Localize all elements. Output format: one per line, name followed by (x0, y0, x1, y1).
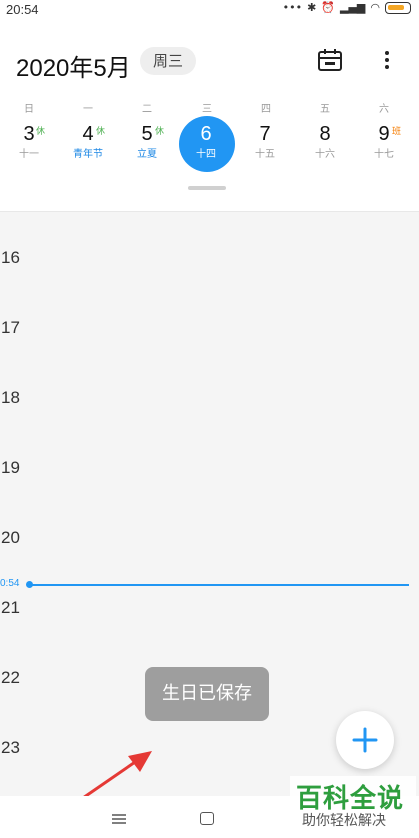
day-cell-selected[interactable]: 6 十四 (177, 116, 235, 176)
day-cell[interactable]: 4 休 青年节 (59, 120, 117, 176)
holiday-badge: 休 (155, 127, 165, 137)
lunar-date: 十一 (19, 149, 39, 160)
day-cell[interactable]: 8 十六 (296, 120, 354, 176)
lunar-date: 十四 (196, 149, 216, 160)
home-icon[interactable] (200, 812, 214, 825)
day-cell[interactable]: 9 班 十七 (355, 120, 413, 176)
drag-handle[interactable] (188, 186, 226, 190)
watermark-subtitle: 助你轻松解决 (302, 813, 386, 829)
hour-label: 20 (1, 528, 20, 547)
holiday-badge: 休 (36, 127, 46, 137)
day-number: 3 (23, 123, 35, 145)
current-time-label: 0:54 (0, 578, 20, 589)
day-number: 5 (141, 123, 153, 145)
more-dots-icon: ••• (282, 1, 303, 14)
day-cell[interactable]: 3 休 十一 (0, 120, 58, 176)
watermark-logo: 百科全说 助你轻松解决 (290, 776, 416, 834)
menu-icon[interactable] (112, 814, 126, 824)
status-bar: 20:54 ••• ✱ ⏰ ▂▄▆ ◠ (0, 0, 419, 20)
day-number: 8 (319, 123, 331, 145)
hour-label: 23 (1, 738, 20, 757)
day-cell[interactable]: 5 休 立夏 (118, 120, 176, 176)
hour-label: 19 (1, 458, 20, 477)
weekday-label: 日 (24, 104, 34, 115)
weekday-label: 六 (379, 104, 389, 115)
lunar-date: 十七 (374, 149, 394, 160)
saved-toast: 生日已保存 (145, 667, 269, 721)
lunar-date: 十六 (315, 149, 335, 160)
day-number: 7 (259, 123, 271, 145)
day-number: 9 (378, 123, 390, 145)
more-menu-icon[interactable] (378, 48, 396, 72)
holiday-badge: 休 (96, 127, 106, 137)
solar-term-label: 立夏 (137, 149, 157, 160)
day-number: 4 (82, 123, 94, 145)
weekday-label: 四 (261, 104, 271, 115)
calendar-today-icon[interactable] (317, 48, 343, 72)
hour-label: 18 (1, 388, 20, 407)
hour-label: 17 (1, 318, 20, 337)
wifi-icon: ◠ (370, 1, 380, 14)
festival-label: 青年节 (73, 149, 103, 160)
plus-icon (352, 727, 378, 753)
add-event-button[interactable] (336, 711, 394, 769)
current-time-line (30, 584, 409, 586)
battery-icon (385, 1, 411, 14)
weekday-pill: 周三 (140, 47, 196, 75)
signal-icon: ▂▄▆ (340, 1, 366, 14)
calendar-header: 2020年5月 周三 日 一 二 三 四 五 六 3 休 十一 4 休 青年节 … (0, 20, 419, 212)
weekday-label: 一 (83, 104, 93, 115)
alarm-icon: ⏰ (321, 1, 335, 14)
weekday-label: 二 (142, 104, 152, 115)
status-time: 20:54 (6, 2, 39, 17)
status-icons: ••• ✱ ⏰ ▂▄▆ ◠ (283, 1, 411, 14)
hour-label: 22 (1, 668, 20, 687)
weekday-label: 五 (320, 104, 330, 115)
weekday-label: 三 (202, 104, 212, 115)
workday-badge: 班 (392, 127, 402, 137)
lunar-date: 十五 (255, 149, 275, 160)
week-labels: 日 一 二 三 四 五 六 (0, 100, 419, 116)
hour-label: 21 (1, 598, 20, 617)
month-title[interactable]: 2020年5月 (16, 48, 131, 83)
day-number: 6 (200, 123, 212, 145)
bluetooth-icon: ✱ (307, 1, 317, 14)
hour-label: 16 (1, 248, 20, 267)
day-cell[interactable]: 7 十五 (236, 120, 294, 176)
